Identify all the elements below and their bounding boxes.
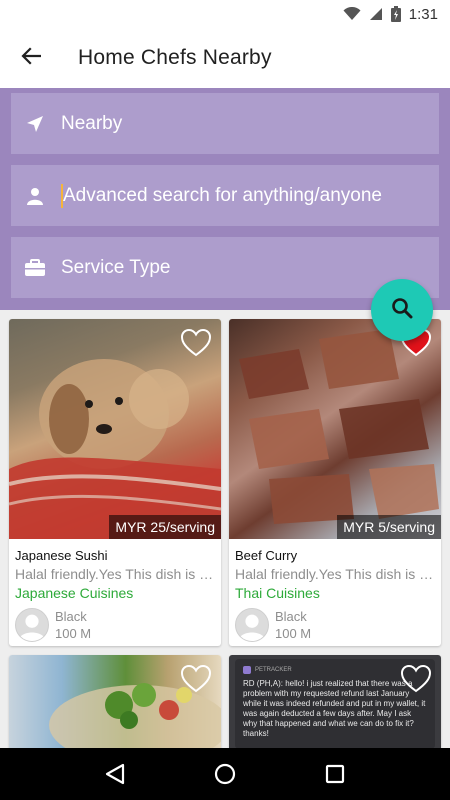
dish-card[interactable]: MYR 5/serving Beef Curry Halal friendly.… <box>229 319 441 646</box>
wifi-icon <box>343 7 361 21</box>
briefcase-icon <box>13 258 57 277</box>
chef-name: Black <box>275 609 307 624</box>
status-bar: 1:31 <box>0 0 450 28</box>
triangle-back-icon <box>105 763 125 785</box>
dish-name: Beef Curry <box>235 548 298 563</box>
chat-text: RD (PH,A): hello! i just realized that t… <box>243 679 426 738</box>
dish-name: Japanese Sushi <box>15 548 108 563</box>
page-title: Home Chefs Nearby <box>78 46 272 69</box>
search-button[interactable] <box>371 279 433 341</box>
heart-outline-icon <box>180 664 212 693</box>
advanced-search-input[interactable]: Advanced search for anything/anyone <box>11 165 439 226</box>
favorite-button[interactable] <box>180 328 212 357</box>
square-recents-icon <box>325 764 345 784</box>
navigation-arrow-icon <box>13 115 57 133</box>
person-icon <box>13 187 57 205</box>
service-type-label: Service Type <box>61 256 171 278</box>
price-tag: MYR 25/serving <box>109 515 221 539</box>
heart-outline-icon <box>400 664 432 693</box>
chef-info: Black 100 M <box>235 608 435 642</box>
search-icon <box>391 297 413 324</box>
nav-recents-button[interactable] <box>315 754 355 794</box>
dish-card[interactable]: PETRACKER RD (PH,A): hello! i just reali… <box>229 655 441 755</box>
avatar <box>15 608 49 642</box>
signal-icon <box>369 7 383 21</box>
app-bar: Home Chefs Nearby <box>0 28 450 88</box>
dish-photo <box>9 655 221 755</box>
arrow-back-icon <box>21 46 42 70</box>
nav-home-button[interactable] <box>205 754 245 794</box>
chef-distance: 100 M <box>55 626 92 641</box>
price-tag: MYR 5/serving <box>337 515 441 539</box>
favorite-button[interactable] <box>180 664 212 693</box>
search-panel: Nearby Advanced search for anything/anyo… <box>0 88 450 310</box>
nearby-field[interactable]: Nearby <box>11 93 439 154</box>
dish-card[interactable]: MYR 25/serving Japanese Sushi Halal frie… <box>9 319 221 646</box>
dish-cuisine: Thai Cuisines <box>235 585 320 601</box>
chef-distance: 100 M <box>275 626 312 641</box>
dish-description: Halal friendly.Yes This dish is av... <box>235 566 435 582</box>
chef-name: Black <box>55 609 87 624</box>
nearby-label: Nearby <box>61 112 123 134</box>
battery-icon <box>390 6 401 22</box>
chat-header: PETRACKER <box>255 667 292 673</box>
system-nav-bar <box>0 748 450 800</box>
dish-photo: MYR 25/serving <box>9 319 221 539</box>
service-type-field[interactable]: Service Type <box>11 237 439 298</box>
app-icon <box>243 666 251 674</box>
dish-photo: MYR 5/serving <box>229 319 441 539</box>
advanced-search-placeholder: Advanced search for anything/anyone <box>63 184 382 206</box>
circle-home-icon <box>214 763 236 785</box>
favorite-button[interactable] <box>400 664 432 693</box>
chef-info: Black 100 M <box>15 608 215 642</box>
default-avatar-icon <box>238 614 266 641</box>
dish-description: Halal friendly.Yes This dish is av... <box>15 566 215 582</box>
dish-photo: PETRACKER RD (PH,A): hello! i just reali… <box>229 655 441 755</box>
default-avatar-icon <box>18 614 46 641</box>
status-time: 1:31 <box>408 5 438 23</box>
back-button[interactable] <box>0 28 62 88</box>
dish-card[interactable] <box>9 655 221 755</box>
heart-outline-icon <box>180 328 212 357</box>
avatar <box>235 608 269 642</box>
nav-back-button[interactable] <box>95 754 135 794</box>
dish-cuisine: Japanese Cuisines <box>15 585 134 601</box>
